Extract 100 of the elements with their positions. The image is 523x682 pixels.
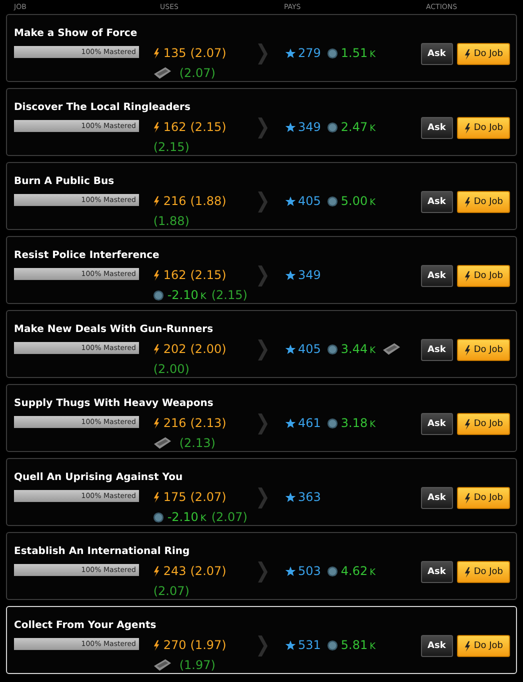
money-cost: -2.10 K bbox=[167, 288, 206, 302]
star-icon bbox=[285, 640, 296, 650]
chevron-icon bbox=[258, 191, 268, 213]
energy-icon bbox=[153, 270, 160, 280]
cost-ratio: (2.15) bbox=[153, 140, 190, 154]
ask-button[interactable]: Ask bbox=[420, 561, 453, 583]
energy-cost: 162 bbox=[163, 268, 186, 282]
job-title: Discover The Local Ringleaders bbox=[14, 101, 190, 114]
energy-icon bbox=[464, 344, 471, 356]
energy-icon bbox=[153, 566, 160, 576]
coin-icon bbox=[153, 290, 164, 300]
chevron-icon bbox=[258, 339, 268, 361]
chevron-icon bbox=[258, 487, 268, 509]
energy-icon bbox=[153, 344, 160, 354]
energy-icon bbox=[153, 640, 160, 650]
money-reward: 3.44 K bbox=[340, 342, 376, 356]
star-icon bbox=[285, 566, 296, 576]
do-job-button[interactable]: Do Job bbox=[456, 339, 510, 361]
do-job-button[interactable]: Do Job bbox=[456, 117, 510, 139]
energy-ratio: (2.15) bbox=[190, 268, 226, 282]
energy-icon bbox=[464, 492, 471, 504]
cost-ratio: (2.15) bbox=[211, 288, 248, 302]
energy-ratio: (2.07) bbox=[190, 46, 226, 60]
chevron-icon bbox=[258, 43, 268, 65]
coin-icon bbox=[326, 48, 338, 58]
do-job-button[interactable]: Do Job bbox=[456, 43, 510, 65]
energy-cost: 202 bbox=[163, 342, 186, 356]
star-icon bbox=[285, 492, 296, 502]
energy-cost: 162 bbox=[163, 120, 186, 134]
do-job-button[interactable]: Do Job bbox=[456, 487, 510, 509]
experience-reward: 503 bbox=[298, 564, 321, 578]
crate-icon bbox=[153, 658, 172, 672]
money-reward: 5.81 K bbox=[340, 638, 376, 652]
star-icon bbox=[285, 48, 296, 58]
ask-button[interactable]: Ask bbox=[420, 43, 453, 65]
energy-cost: 135 bbox=[163, 46, 186, 60]
do-job-button[interactable]: Do Job bbox=[456, 191, 510, 213]
ask-button[interactable]: Ask bbox=[420, 413, 453, 435]
job-title: Make a Show of Force bbox=[14, 27, 138, 40]
star-icon bbox=[285, 270, 296, 280]
energy-cost: 216 bbox=[163, 194, 186, 208]
job-title: Resist Police Interference bbox=[14, 249, 160, 262]
coin-icon bbox=[326, 344, 338, 354]
coin-icon bbox=[326, 566, 338, 576]
ask-button[interactable]: Ask bbox=[420, 265, 453, 287]
star-icon bbox=[285, 344, 296, 354]
energy-icon bbox=[464, 270, 471, 282]
energy-icon bbox=[464, 196, 471, 208]
do-job-button[interactable]: Do Job bbox=[456, 413, 510, 435]
chevron-icon bbox=[258, 117, 268, 139]
ask-button[interactable]: Ask bbox=[420, 117, 453, 139]
job-title: Establish An International Ring bbox=[14, 545, 190, 558]
ask-button[interactable]: Ask bbox=[420, 339, 453, 361]
energy-ratio: (2.00) bbox=[190, 342, 226, 356]
star-icon bbox=[285, 122, 296, 132]
cost-ratio: (2.07) bbox=[153, 584, 190, 598]
energy-icon bbox=[464, 566, 471, 578]
energy-ratio: (2.13) bbox=[190, 416, 226, 430]
coin-icon bbox=[153, 512, 164, 522]
money-cost: -2.10 K bbox=[167, 510, 206, 524]
crate-icon bbox=[153, 436, 172, 450]
do-job-button[interactable]: Do Job bbox=[456, 561, 510, 583]
chevron-icon bbox=[258, 561, 268, 583]
experience-reward: 349 bbox=[298, 268, 321, 282]
money-reward: 1.51 K bbox=[340, 46, 376, 60]
do-job-button[interactable]: Do Job bbox=[456, 265, 510, 287]
energy-cost: 243 bbox=[163, 564, 186, 578]
coin-icon bbox=[326, 122, 338, 132]
job-title: Supply Thugs With Heavy Weapons bbox=[14, 397, 214, 410]
energy-ratio: (1.88) bbox=[190, 194, 226, 208]
experience-reward: 461 bbox=[298, 416, 321, 430]
chevron-icon bbox=[258, 635, 268, 657]
ask-button[interactable]: Ask bbox=[420, 191, 453, 213]
cost-ratio: (2.13) bbox=[179, 436, 216, 450]
coin-icon bbox=[326, 418, 338, 428]
energy-ratio: (2.07) bbox=[190, 490, 226, 504]
experience-reward: 363 bbox=[298, 490, 321, 504]
energy-cost: 270 bbox=[163, 638, 186, 652]
energy-icon bbox=[464, 418, 471, 430]
star-icon bbox=[285, 196, 296, 206]
energy-cost: 175 bbox=[163, 490, 186, 504]
do-job-button[interactable]: Do Job bbox=[456, 635, 510, 657]
star-icon bbox=[285, 418, 296, 428]
energy-icon bbox=[153, 492, 160, 502]
experience-reward: 405 bbox=[298, 194, 321, 208]
chevron-icon bbox=[258, 265, 268, 287]
money-reward: 3.18 K bbox=[340, 416, 376, 430]
energy-icon bbox=[464, 122, 471, 134]
experience-reward: 349 bbox=[298, 120, 321, 134]
experience-reward: 279 bbox=[298, 46, 321, 60]
chevron-icon bbox=[258, 413, 268, 435]
energy-icon bbox=[153, 196, 160, 206]
job-title: Quell An Uprising Against You bbox=[14, 471, 183, 484]
cost-ratio: (1.97) bbox=[179, 658, 216, 672]
coin-icon bbox=[326, 640, 338, 650]
energy-icon bbox=[153, 418, 160, 428]
ask-button[interactable]: Ask bbox=[420, 487, 453, 509]
job-title: Make New Deals With Gun-Runners bbox=[14, 323, 214, 336]
cost-ratio: (2.07) bbox=[211, 510, 248, 524]
ask-button[interactable]: Ask bbox=[420, 635, 453, 657]
